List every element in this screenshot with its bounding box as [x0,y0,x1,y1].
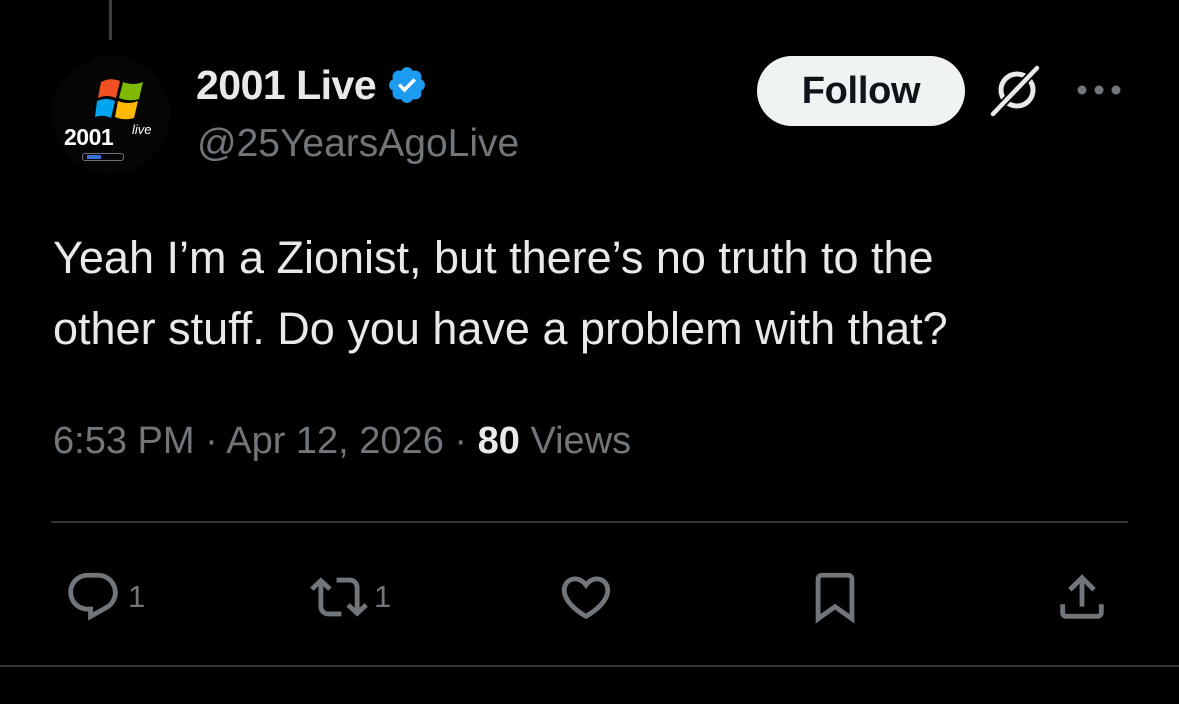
avatar-loading-bar-fill [87,155,101,159]
thread-connector-line [109,0,112,40]
windows-logo-icon [95,79,143,120]
like-button[interactable] [557,568,615,626]
reply-count: 1 [128,579,146,614]
more-options-icon[interactable] [1075,82,1123,98]
reply-button[interactable]: 1 [64,568,145,626]
share-icon [1060,574,1104,619]
bookmark-button[interactable] [806,568,864,626]
bottom-divider [0,665,1179,667]
divider [51,521,1128,523]
share-button[interactable] [1053,568,1111,626]
avatar[interactable]: 2001 live [52,56,170,174]
tweet-metadata: 6:53 PM · Apr 12, 2026 · 80 Views [53,413,631,469]
reply-icon [68,572,118,621]
author-handle[interactable]: @25YearsAgoLive [197,121,519,167]
author-name-row: 2001 Live [196,62,428,108]
follow-button[interactable]: Follow [757,56,965,126]
avatar-superscript: live [132,122,152,137]
views-label[interactable]: Views [530,420,631,462]
verified-badge-icon[interactable] [386,64,428,106]
separator-dot: · [205,420,218,462]
heart-icon [561,576,611,620]
separator-dot: · [454,420,468,462]
repost-count: 1 [374,579,392,614]
views-count[interactable]: 80 [478,420,520,462]
tweet-text: Yeah I’m a Zionist, but there’s no truth… [53,232,948,354]
bookmark-icon [815,572,855,624]
grok-icon[interactable] [987,60,1047,120]
tweet-date[interactable]: Apr 12, 2026 [226,420,444,462]
avatar-text: 2001 [64,124,114,150]
repost-button[interactable]: 1 [310,568,391,626]
display-name[interactable]: 2001 Live [196,62,377,108]
repost-icon [310,577,368,617]
avatar-loading-bar [82,153,124,161]
tweet-time[interactable]: 6:53 PM [53,420,195,462]
